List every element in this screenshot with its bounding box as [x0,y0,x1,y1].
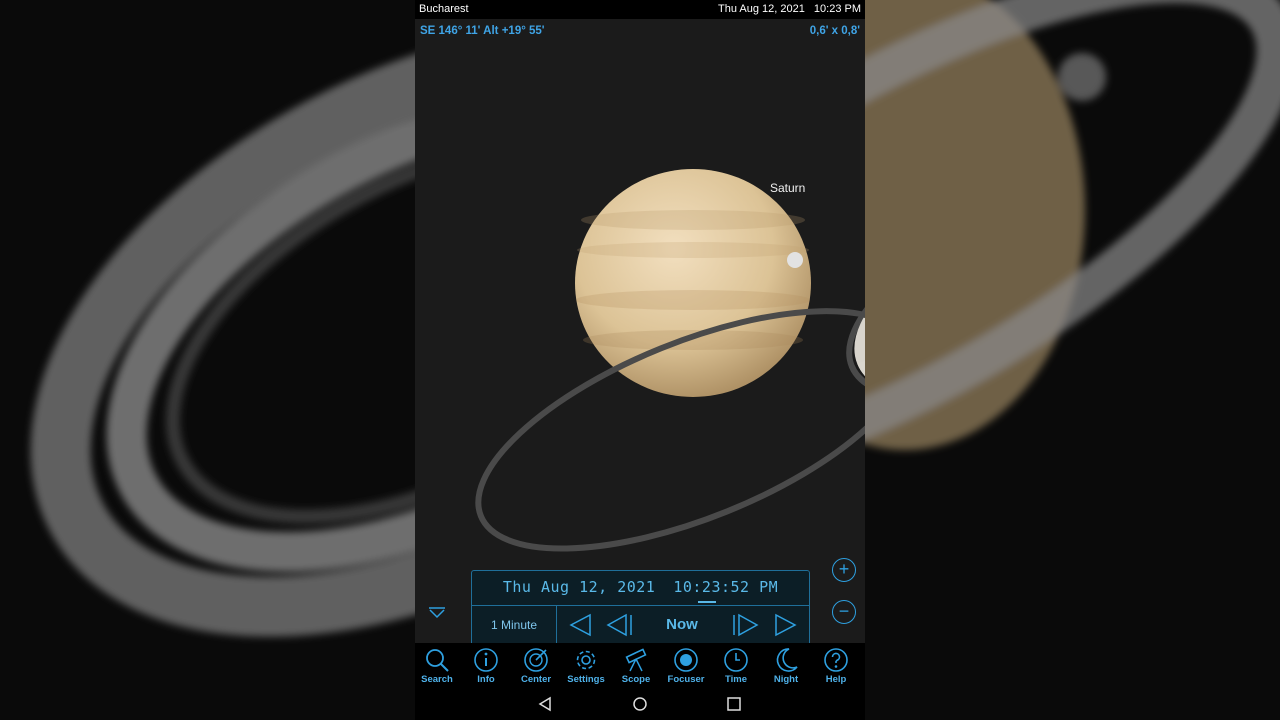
toolbar-settings[interactable]: Settings [561,643,611,688]
toolbar-time[interactable]: Time [711,643,761,688]
recents-icon[interactable] [726,696,742,712]
field-of-view: 0,6' x 0,8' [809,25,860,37]
toolbar-settings-label: Settings [567,674,605,685]
sky-view-saturn[interactable] [415,40,865,580]
toolbar-scope-label: Scope [621,674,651,685]
toolbar-time-label: Time [724,674,747,685]
toolbar-scope[interactable]: Scope [611,643,661,688]
status-date: Thu Aug 12, 2021 [717,3,805,15]
time-panel-time: 10:23:52 PM [673,578,779,596]
toolbar-info-label: Info [477,674,495,685]
toolbar-search[interactable]: Search [415,643,462,688]
time-controls: 1 Minute Now [472,605,809,644]
chevron-down-icon [429,607,445,619]
background-blur-left [0,0,415,720]
help-icon [824,648,848,672]
toolbar-night-label: Night [773,674,799,685]
center-icon [524,648,548,672]
selected-field-underline [698,601,716,603]
now-button[interactable]: Now [657,606,707,644]
time-display[interactable]: Thu Aug 12, 2021 10:23:52 PM [472,571,809,604]
toolbar-help[interactable]: Help [811,643,861,688]
background-blur-right [865,0,1280,720]
app-screen: Bucharest Thu Aug 12, 2021 10:23 PM SE 1… [415,0,865,720]
background-saturn-body-right [865,0,1280,720]
time-panel: Thu Aug 12, 2021 10:23:52 PM 1 Minute Now [471,570,810,644]
focuser-icon [674,648,698,672]
toolbar-night[interactable]: Night [761,643,811,688]
home-icon[interactable] [632,696,648,712]
toolbar-info[interactable]: Info [461,643,511,688]
zoom-out-button[interactable]: − [832,600,856,624]
status-location: Bucharest [419,3,469,15]
status-datetime: Thu Aug 12, 2021 10:23 PM [712,0,861,19]
play-backward-icon[interactable] [568,613,594,637]
search-icon [426,649,449,672]
sky-coordinates: SE 146° 11' Alt +19° 55' [420,25,545,37]
background-saturn-rings-left [0,0,415,720]
toolbar-focuser[interactable]: Focuser [661,643,711,688]
step-forward-icon[interactable] [731,613,759,637]
toolbar-search-label: Search [421,674,453,685]
clock-icon [724,648,748,672]
toolbar-center[interactable]: Center [511,643,561,688]
toolbar-help-label: Help [825,674,847,685]
telescope-icon [625,648,647,672]
system-nav-bar [415,688,865,720]
step-backward-icon[interactable] [606,613,634,637]
status-bar: Bucharest Thu Aug 12, 2021 10:23 PM [415,0,865,19]
back-icon[interactable] [537,696,553,712]
toolbar-center-label: Center [520,674,552,685]
time-step-select[interactable]: 1 Minute [472,606,557,644]
gear-icon [576,650,596,670]
moon-icon [776,648,798,672]
info-icon [474,648,498,672]
status-time: 10:23 PM [813,3,861,15]
toolbar-focuser-label: Focuser [667,674,705,685]
zoom-in-button[interactable]: + [832,558,856,582]
play-forward-icon[interactable] [772,613,798,637]
planet-label-saturn[interactable]: Saturn [770,181,805,195]
bottom-toolbar: Search Info Center Settings Scope Focuse… [415,643,865,688]
time-panel-date: Thu Aug 12, 2021 [502,578,656,596]
collapse-panel-button[interactable] [427,604,447,620]
